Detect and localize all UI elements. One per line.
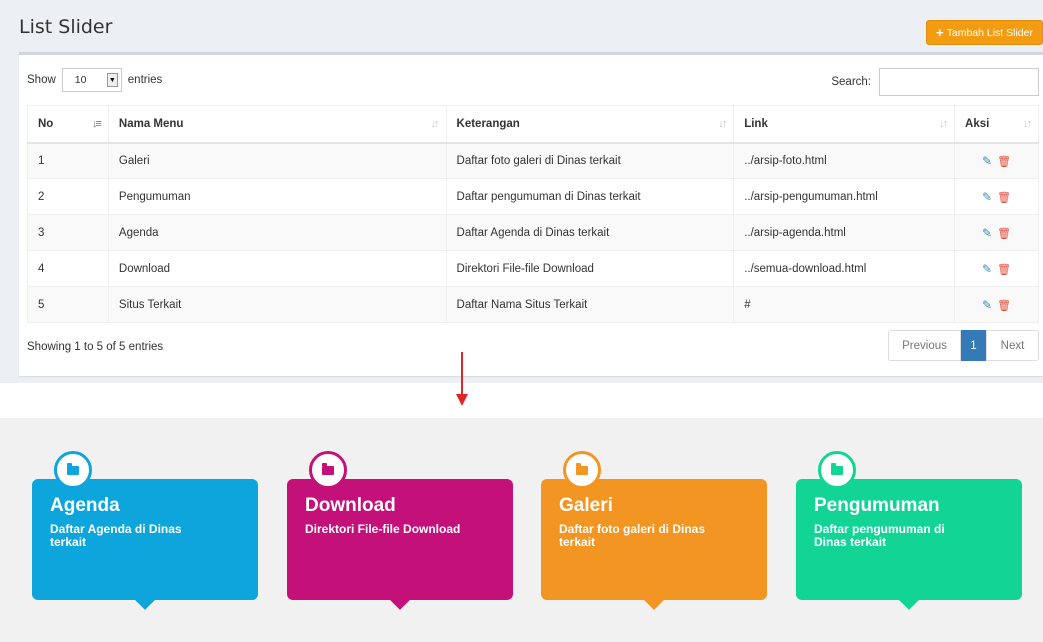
sort-icon: ↓↑ <box>939 118 948 130</box>
cell-keterangan: Daftar pengumuman di Dinas terkait <box>445 178 735 215</box>
card-title: Galeri <box>559 495 613 516</box>
cell-link: ../arsip-foto.html <box>733 142 956 179</box>
pencil-icon[interactable]: ✎ <box>982 190 992 204</box>
table-row: 2 Pengumuman Daftar pengumuman di Dinas … <box>27 178 1039 215</box>
slider-card-galeri[interactable]: Galeri Daftar foto galeri di Dinas terka… <box>541 451 767 610</box>
trash-icon[interactable]: 🗑 <box>997 228 1011 240</box>
card-title: Pengumuman <box>814 495 940 516</box>
trash-icon[interactable]: 🗑 <box>997 264 1011 276</box>
pencil-icon[interactable]: ✎ <box>982 226 992 240</box>
pagination: Previous 1 Next <box>888 330 1039 361</box>
sort-asc-icon: ↓≡ <box>91 118 102 130</box>
slider-table: No ↓≡ Nama Menu ↓↑ Keterangan ↓↑ Link ↓↑ Aks… <box>27 105 1039 323</box>
slider-card-pengumuman[interactable]: Pengumuman Daftar pengumuman di Dinas te… <box>796 451 1022 610</box>
entries-length-control: Show 10 ▼ entries <box>27 68 162 92</box>
cell-link: ../semua-download.html <box>733 250 956 287</box>
slider-preview: Agenda Daftar Agenda di Dinas terkait Do… <box>0 418 1043 642</box>
cell-aksi: ✎ 🗑 <box>954 286 1039 323</box>
cell-keterangan: Daftar Nama Situs Terkait <box>445 286 735 323</box>
entries-select-value: 10 <box>74 74 87 86</box>
previous-page-button[interactable]: Previous <box>888 330 961 361</box>
cell-nama-menu: Situs Terkait <box>107 286 447 323</box>
list-slider-panel: List Slider + Tambah List Slider Show 10… <box>0 0 1043 383</box>
cell-aksi: ✎ 🗑 <box>954 178 1039 215</box>
column-header-keterangan[interactable]: Keterangan ↓↑ <box>445 105 735 144</box>
show-label: Show <box>27 74 56 86</box>
cell-nama-menu: Agenda <box>107 214 447 251</box>
page-title: List Slider <box>19 16 113 38</box>
cell-nama-menu: Pengumuman <box>107 178 447 215</box>
card-description: Daftar Agenda di Dinas terkait <box>50 522 182 549</box>
search-input[interactable] <box>879 68 1039 96</box>
slider-card-agenda[interactable]: Agenda Daftar Agenda di Dinas terkait <box>32 451 258 610</box>
next-page-button[interactable]: Next <box>986 330 1039 361</box>
cell-keterangan: Daftar Agenda di Dinas terkait <box>445 214 735 251</box>
card-title: Download <box>305 495 396 516</box>
cell-aksi: ✎ 🗑 <box>954 250 1039 287</box>
folder-open-icon <box>309 451 347 489</box>
table-header-row: No ↓≡ Nama Menu ↓↑ Keterangan ↓↑ Link ↓↑ Aks… <box>27 105 1039 144</box>
cell-link: ../arsip-agenda.html <box>733 214 956 251</box>
cell-no: 1 <box>27 142 109 179</box>
entries-select[interactable]: 10 ▼ <box>61 68 122 92</box>
cell-aksi: ✎ 🗑 <box>954 214 1039 251</box>
cell-nama-menu: Galeri <box>107 142 447 179</box>
cell-no: 2 <box>27 178 109 215</box>
column-header-link[interactable]: Link ↓↑ <box>733 105 956 144</box>
add-button-label: Tambah List Slider <box>946 26 1033 39</box>
arrow-down-icon <box>456 352 468 408</box>
column-header-no[interactable]: No ↓≡ <box>27 105 109 144</box>
cell-link: ../arsip-pengumuman.html <box>733 178 956 215</box>
chevron-down-icon: ▼ <box>106 73 118 87</box>
cell-no: 5 <box>27 286 109 323</box>
sort-icon: ↓↑ <box>430 118 440 130</box>
entries-label: entries <box>127 74 163 86</box>
cell-no: 3 <box>27 214 109 251</box>
table-row: 5 Situs Terkait Daftar Nama Situs Terkai… <box>27 286 1039 323</box>
cell-no: 4 <box>27 250 109 287</box>
slider-card-download[interactable]: Download Direktori File-file Download <box>287 451 513 610</box>
cell-aksi: ✎ 🗑 <box>954 142 1039 179</box>
cell-nama-menu: Download <box>107 250 447 287</box>
sort-icon: ↓↑ <box>1023 118 1032 130</box>
folder-open-icon <box>563 451 601 489</box>
trash-icon[interactable]: 🗑 <box>997 192 1011 204</box>
cell-keterangan: Direktori File-file Download <box>445 250 735 287</box>
card-title: Agenda <box>50 495 120 516</box>
pencil-icon[interactable]: ✎ <box>982 154 992 168</box>
cell-keterangan: Daftar foto galeri di Dinas terkait <box>445 142 735 179</box>
table-box: Show 10 ▼ entries Search: No ↓≡ Nama Menu… <box>19 52 1043 376</box>
table-info: Showing 1 to 5 of 5 entries <box>27 341 164 353</box>
table-row: 1 Galeri Daftar foto galeri di Dinas ter… <box>27 142 1039 179</box>
table-row: 3 Agenda Daftar Agenda di Dinas terkait … <box>27 214 1039 251</box>
trash-icon[interactable]: 🗑 <box>997 156 1011 168</box>
search-control: Search: <box>831 68 1039 96</box>
folder-open-icon <box>818 451 856 489</box>
trash-icon[interactable]: 🗑 <box>997 300 1011 312</box>
card-description: Daftar pengumuman di Dinas terkait <box>814 522 945 549</box>
plus-icon: + <box>936 25 944 40</box>
pencil-icon[interactable]: ✎ <box>982 262 992 276</box>
page-1-button[interactable]: 1 <box>961 330 986 361</box>
search-label: Search: <box>831 76 871 88</box>
column-header-aksi[interactable]: Aksi ↓↑ <box>954 105 1039 144</box>
cell-link: # <box>733 286 956 323</box>
pencil-icon[interactable]: ✎ <box>982 298 992 312</box>
column-header-nama-menu[interactable]: Nama Menu ↓↑ <box>107 105 447 144</box>
folder-open-icon <box>54 451 92 489</box>
card-description: Direktori File-file Download <box>305 522 461 536</box>
sort-icon: ↓↑ <box>718 118 727 130</box>
table-row: 4 Download Direktori File-file Download … <box>27 250 1039 287</box>
card-description: Daftar foto galeri di Dinas terkait <box>559 522 706 549</box>
add-list-slider-button[interactable]: + Tambah List Slider <box>926 20 1043 45</box>
